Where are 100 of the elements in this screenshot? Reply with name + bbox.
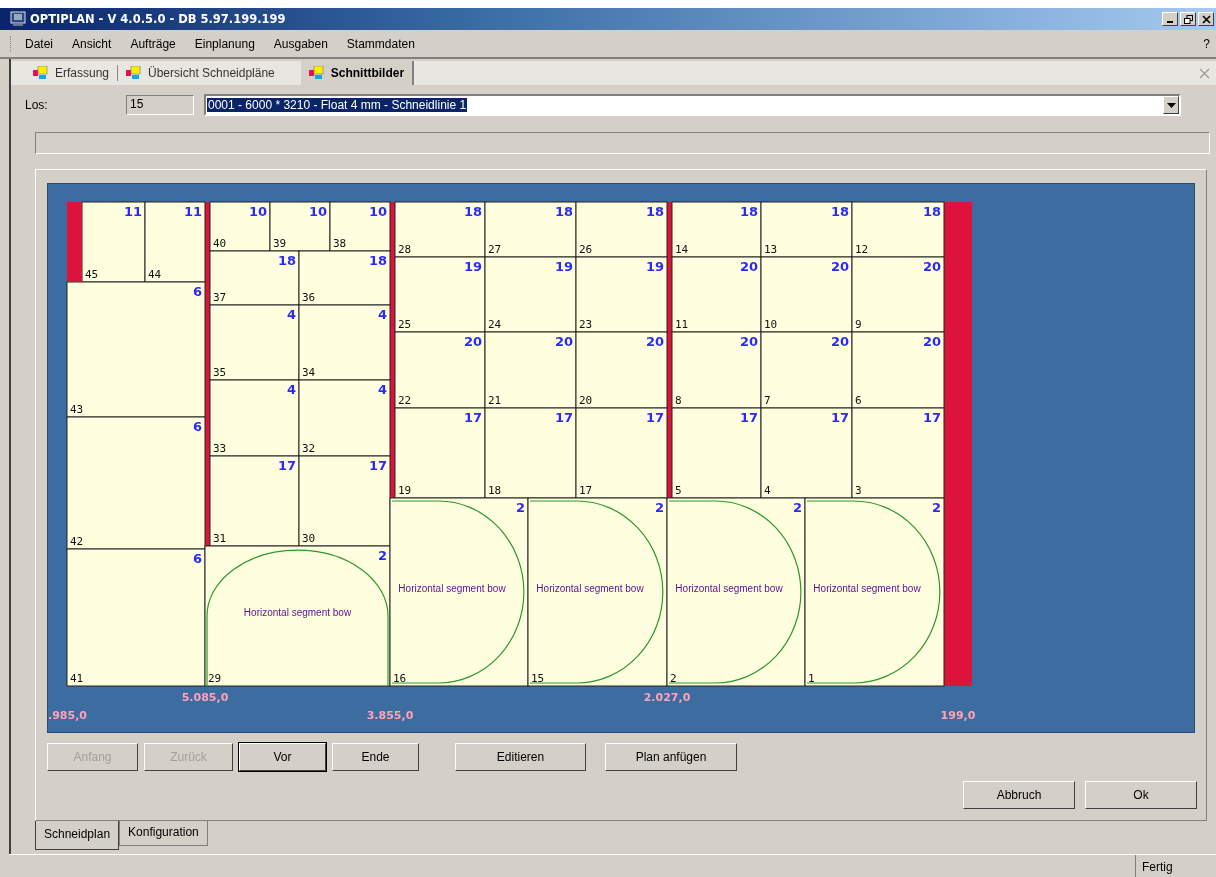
piece-quantity: 11 bbox=[183, 204, 202, 219]
menu-item[interactable]: Einplanung bbox=[194, 36, 255, 51]
close-button[interactable] bbox=[1198, 12, 1214, 26]
piece-number: 44 bbox=[148, 268, 162, 281]
piece-quantity: 4 bbox=[377, 382, 387, 397]
nav-button[interactable]: Editieren bbox=[455, 743, 586, 771]
close-icon bbox=[1201, 14, 1211, 24]
piece-number: 39 bbox=[273, 237, 287, 250]
piece-quantity: 20 bbox=[922, 334, 941, 349]
piece-quantity: 18 bbox=[368, 253, 387, 268]
piece-quantity: 10 bbox=[368, 204, 387, 219]
piece-number: 6 bbox=[855, 394, 862, 407]
piece-quantity: 17 bbox=[277, 458, 296, 473]
nav-button[interactable]: Vor bbox=[239, 743, 326, 771]
piece-number: 10 bbox=[764, 318, 778, 331]
piece-number: 17 bbox=[579, 484, 593, 497]
piece-quantity: 18 bbox=[463, 204, 482, 219]
restore-icon bbox=[1183, 14, 1193, 24]
piece-quantity: 18 bbox=[554, 204, 573, 219]
piece-quantity: 4 bbox=[377, 307, 387, 322]
piece-quantity: 18 bbox=[277, 253, 296, 268]
piece-label: Horizontal segment bow bbox=[243, 607, 352, 618]
piece-label: Horizontal segment bow bbox=[675, 583, 783, 594]
piece-quantity: 20 bbox=[463, 334, 482, 349]
piece-number: 41 bbox=[70, 672, 84, 685]
piece-quantity: 2 bbox=[654, 500, 664, 515]
piece-quantity: 11 bbox=[123, 204, 142, 219]
piece-number: 2 bbox=[670, 672, 677, 685]
piece-number: 5 bbox=[675, 484, 682, 497]
piece-quantity: 18 bbox=[645, 204, 664, 219]
dimension-label: 5.085,0 bbox=[181, 691, 229, 704]
document-tab[interactable]: Erfassung bbox=[25, 61, 118, 85]
menu-item[interactable]: Stammdaten bbox=[346, 36, 415, 51]
piece-number: 37 bbox=[213, 291, 227, 304]
document-tab[interactable]: Schnittbilder bbox=[300, 61, 415, 85]
window-icon bbox=[126, 66, 143, 80]
piece-quantity: 17 bbox=[739, 410, 758, 425]
dialog-button[interactable]: Ok bbox=[1085, 781, 1197, 809]
piece-quantity: 17 bbox=[922, 410, 941, 425]
piece-number: 26 bbox=[579, 243, 593, 256]
piece-quantity: 20 bbox=[554, 334, 573, 349]
menu-item[interactable]: Datei bbox=[25, 36, 53, 51]
piece-number: 33 bbox=[213, 442, 227, 455]
restore-button[interactable] bbox=[1180, 12, 1196, 26]
piece-label: Horizontal segment bow bbox=[813, 583, 921, 594]
minimize-button[interactable] bbox=[1162, 12, 1178, 26]
piece-number: 8 bbox=[675, 394, 682, 407]
dimension-label: .985,0 bbox=[48, 709, 87, 722]
nav-button[interactable]: Ende bbox=[332, 743, 419, 771]
dimension-label: 2.027,0 bbox=[643, 691, 691, 704]
dimension-label: 3.855,0 bbox=[366, 709, 414, 722]
piece-quantity: 17 bbox=[554, 410, 573, 425]
piece-number: 3 bbox=[855, 484, 862, 497]
view-tab[interactable]: Konfiguration bbox=[119, 821, 208, 846]
piece-quantity: 4 bbox=[286, 382, 296, 397]
menu-item[interactable]: Ansicht bbox=[72, 36, 112, 51]
piece-number: 20 bbox=[579, 394, 593, 407]
los-number-field[interactable]: 15 bbox=[126, 95, 194, 115]
piece-quantity: 2 bbox=[931, 500, 941, 515]
piece-number: 38 bbox=[333, 237, 347, 250]
piece-number: 34 bbox=[302, 366, 316, 379]
piece-quantity: 20 bbox=[739, 334, 758, 349]
window-title: OPTIPLAN - V 4.0.5.0 - DB 5.97.199.199 bbox=[30, 12, 286, 26]
piece-number: 40 bbox=[213, 237, 227, 250]
piece-quantity: 6 bbox=[192, 284, 202, 299]
piece-label: Horizontal segment bow bbox=[536, 583, 644, 594]
piece-number: 35 bbox=[213, 366, 227, 379]
monitor-icon bbox=[10, 11, 26, 27]
piece-quantity: 20 bbox=[830, 259, 849, 274]
piece-number: 28 bbox=[398, 243, 412, 256]
menu-item[interactable]: Ausgaben bbox=[273, 36, 328, 51]
piece-number: 43 bbox=[70, 403, 84, 416]
piece-number: 29 bbox=[208, 672, 222, 685]
window-icon bbox=[33, 66, 49, 80]
nav-button[interactable]: Plan anfügen bbox=[605, 743, 737, 771]
dimension-label: 199,0 bbox=[940, 709, 976, 722]
piece-number: 21 bbox=[488, 394, 502, 407]
document-tab[interactable]: Übersicht Schneidpläne bbox=[118, 61, 283, 85]
piece-quantity: 6 bbox=[192, 419, 202, 434]
piece-quantity: 17 bbox=[463, 410, 482, 425]
piece-number: 4 bbox=[764, 484, 771, 497]
piece-quantity: 19 bbox=[554, 259, 573, 274]
piece-quantity: 20 bbox=[830, 334, 849, 349]
piece-quantity: 2 bbox=[515, 500, 525, 515]
plan-dropdown[interactable]: 0001 - 6000 * 3210 - Float 4 mm - Schneidlinie 1 bbox=[204, 94, 1181, 116]
piece-number: 32 bbox=[302, 442, 316, 455]
piece-number: 14 bbox=[675, 243, 689, 256]
piece-number: 36 bbox=[302, 291, 316, 304]
piece-quantity: 19 bbox=[463, 259, 482, 274]
dialog-button[interactable]: Abbruch bbox=[963, 781, 1075, 809]
help-menu[interactable]: ? bbox=[1203, 36, 1210, 51]
menu-item[interactable]: Aufträge bbox=[130, 36, 176, 51]
piece-number: 19 bbox=[398, 484, 412, 497]
piece-quantity: 18 bbox=[922, 204, 941, 219]
piece-quantity: 17 bbox=[368, 458, 387, 473]
piece-number: 13 bbox=[764, 243, 778, 256]
los-label: Los: bbox=[25, 98, 49, 112]
piece-number: 15 bbox=[531, 672, 545, 685]
piece-quantity: 19 bbox=[645, 259, 664, 274]
piece-number: 45 bbox=[85, 268, 99, 281]
